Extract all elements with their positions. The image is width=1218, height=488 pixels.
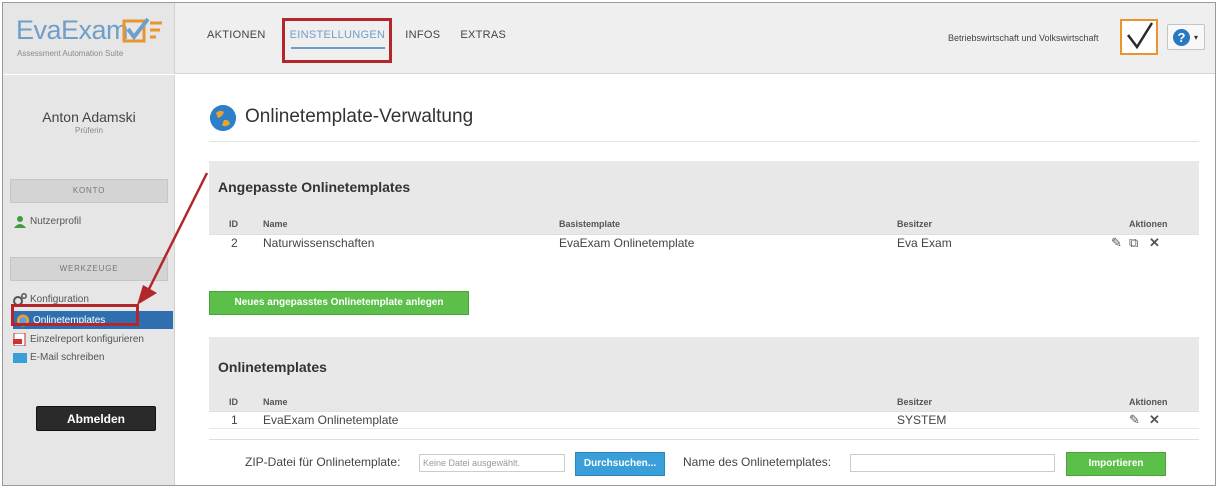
page-title: Onlinetemplate-Verwaltung xyxy=(245,106,474,127)
cell-besitzer: Eva Exam xyxy=(897,236,952,250)
logo-text: EvaExam xyxy=(16,15,129,45)
logo-area[interactable]: EvaExam Assessment Automation Suite xyxy=(3,3,175,74)
edit-icon[interactable]: ✎ xyxy=(1129,412,1140,428)
nav-infos[interactable]: INFOS xyxy=(405,29,440,41)
sidebar-item-nutzerprofil[interactable]: Nutzerprofil xyxy=(13,213,81,229)
user-icon xyxy=(14,215,26,228)
template-name-label: Name des Onlinetemplates: xyxy=(683,455,832,469)
chevron-down-icon: ▾ xyxy=(1194,33,1199,42)
sidebar-item-label: E-Mail schreiben xyxy=(30,351,105,363)
cell-id: 2 xyxy=(231,236,238,250)
custom-templates-panel: Angepasste Onlinetemplates ID Name Basis… xyxy=(209,161,1199,273)
faculty-check-icon[interactable] xyxy=(1120,19,1158,55)
browse-button[interactable]: Durchsuchen... xyxy=(575,452,665,476)
sidebar-item-label: Konfiguration xyxy=(30,293,89,305)
edit-icon[interactable]: ✎ xyxy=(1111,235,1122,251)
sidebar-highlight-box xyxy=(11,304,139,326)
globe-icon xyxy=(210,105,236,131)
col-name: Name xyxy=(263,219,288,229)
cell-name: EvaExam Onlinetemplate xyxy=(263,413,399,427)
cell-basistemplate: EvaExam Onlinetemplate xyxy=(559,236,695,250)
panel-title: Onlinetemplates xyxy=(218,359,327,375)
annotation-arrow xyxy=(137,172,209,305)
logout-button[interactable]: Abmelden xyxy=(36,406,156,431)
new-template-button[interactable]: Neues angepasstes Onlinetemplate anlegen xyxy=(209,291,469,315)
faculty-label: Betriebswirtschaft und Volkswirtschaft xyxy=(948,33,1099,43)
import-row: ZIP-Datei für Onlinetemplate: Keine Date… xyxy=(209,439,1199,485)
nav-aktionen[interactable]: AKTIONEN xyxy=(207,29,266,41)
delete-icon[interactable]: ✕ xyxy=(1149,412,1160,428)
nav-highlight-box xyxy=(282,18,392,63)
cell-id: 1 xyxy=(231,413,238,427)
col-aktionen: Aktionen xyxy=(1129,219,1168,229)
sidebar-item-einzelreport[interactable]: Einzelreport konfigurieren xyxy=(13,331,144,347)
table-row: 1 EvaExam Onlinetemplate SYSTEM ✎ ✕ xyxy=(209,411,1199,428)
import-button[interactable]: Importieren xyxy=(1066,452,1166,476)
col-basistemplate: Basistemplate xyxy=(559,219,621,229)
pdf-icon xyxy=(13,332,26,346)
logo-subtitle: Assessment Automation Suite xyxy=(17,49,124,58)
top-bar: EvaExam Assessment Automation Suite AKTI… xyxy=(3,3,1215,74)
sidebar-item-email[interactable]: E-Mail schreiben xyxy=(13,349,104,365)
help-icon: ? xyxy=(1173,29,1190,46)
sidebar-item-label: Einzelreport konfigurieren xyxy=(30,333,144,345)
mail-icon xyxy=(13,352,27,363)
zip-label: ZIP-Datei für Onlinetemplate: xyxy=(245,455,401,469)
panel-footer xyxy=(209,251,1199,273)
help-button[interactable]: ? ▾ xyxy=(1167,24,1205,50)
checkmark-icon xyxy=(1127,22,1154,50)
col-id: ID xyxy=(229,219,238,229)
nav-extras[interactable]: EXTRAS xyxy=(460,29,506,41)
template-name-input[interactable] xyxy=(850,454,1055,472)
copy-icon[interactable]: ⧉ xyxy=(1129,235,1138,251)
user-role: Prüferin xyxy=(74,126,103,135)
delete-icon[interactable]: ✕ xyxy=(1149,235,1160,251)
cell-besitzer: SYSTEM xyxy=(897,413,947,427)
page-header: Onlinetemplate-Verwaltung xyxy=(209,102,1199,142)
col-aktionen: Aktionen xyxy=(1129,397,1168,407)
panel-title: Angepasste Onlinetemplates xyxy=(218,179,411,195)
onlinetemplates-panel: Onlinetemplates ID Name Besitzer Aktione… xyxy=(209,337,1199,429)
checkbox-logo-icon xyxy=(122,17,162,43)
col-id: ID xyxy=(229,397,238,407)
app-window: EvaExam Assessment Automation Suite AKTI… xyxy=(2,2,1216,486)
table-row: 2 Naturwissenschaften EvaExam Onlinetemp… xyxy=(209,234,1199,251)
sidebar-item-label: Nutzerprofil xyxy=(30,215,82,227)
col-besitzer: Besitzer xyxy=(897,219,933,229)
col-besitzer: Besitzer xyxy=(897,397,933,407)
cell-name: Naturwissenschaften xyxy=(263,236,375,250)
col-name: Name xyxy=(263,397,288,407)
zip-file-field[interactable]: Keine Datei ausgewählt. xyxy=(419,454,565,472)
user-name: Anton Adamski xyxy=(42,109,136,125)
